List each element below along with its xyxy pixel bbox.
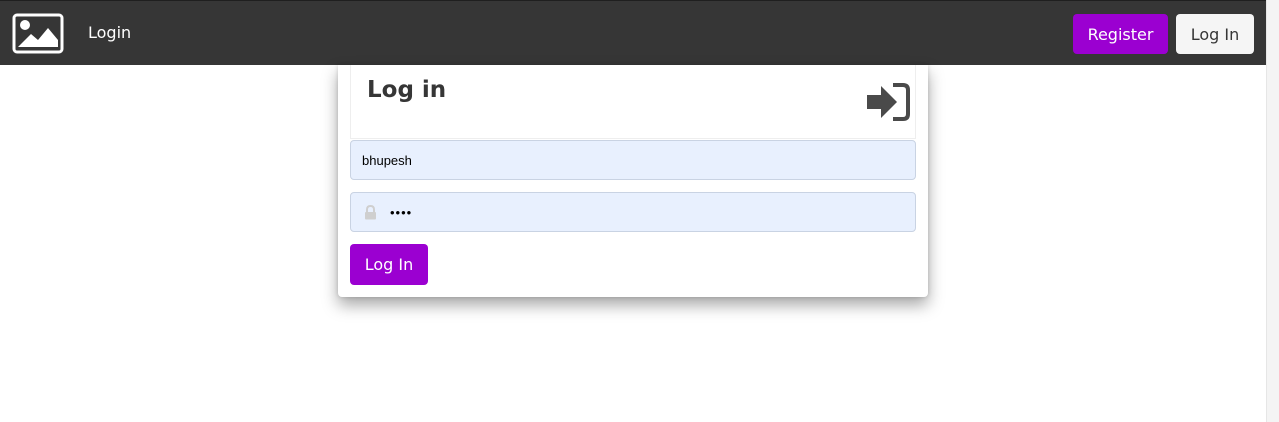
image-icon[interactable]	[12, 13, 64, 54]
password-input[interactable]	[351, 193, 915, 231]
card-title: Log in	[367, 77, 447, 103]
nav-link-login[interactable]: Login	[88, 23, 131, 42]
scrollbar[interactable]	[1266, 0, 1279, 422]
sign-in-icon	[867, 82, 911, 122]
navbar: Login Register Log In	[0, 0, 1266, 65]
submit-login-button[interactable]: Log In	[350, 244, 428, 285]
login-card: Log in Log In	[338, 65, 928, 297]
navbar-login-button[interactable]: Log In	[1176, 14, 1254, 54]
register-button[interactable]: Register	[1073, 14, 1168, 54]
username-input[interactable]	[351, 141, 915, 179]
page: Login Register Log In Log in bhupesh •••…	[0, 0, 1279, 422]
card-header: Log in	[350, 65, 916, 139]
password-field[interactable]	[350, 192, 916, 232]
username-field[interactable]	[350, 140, 916, 180]
